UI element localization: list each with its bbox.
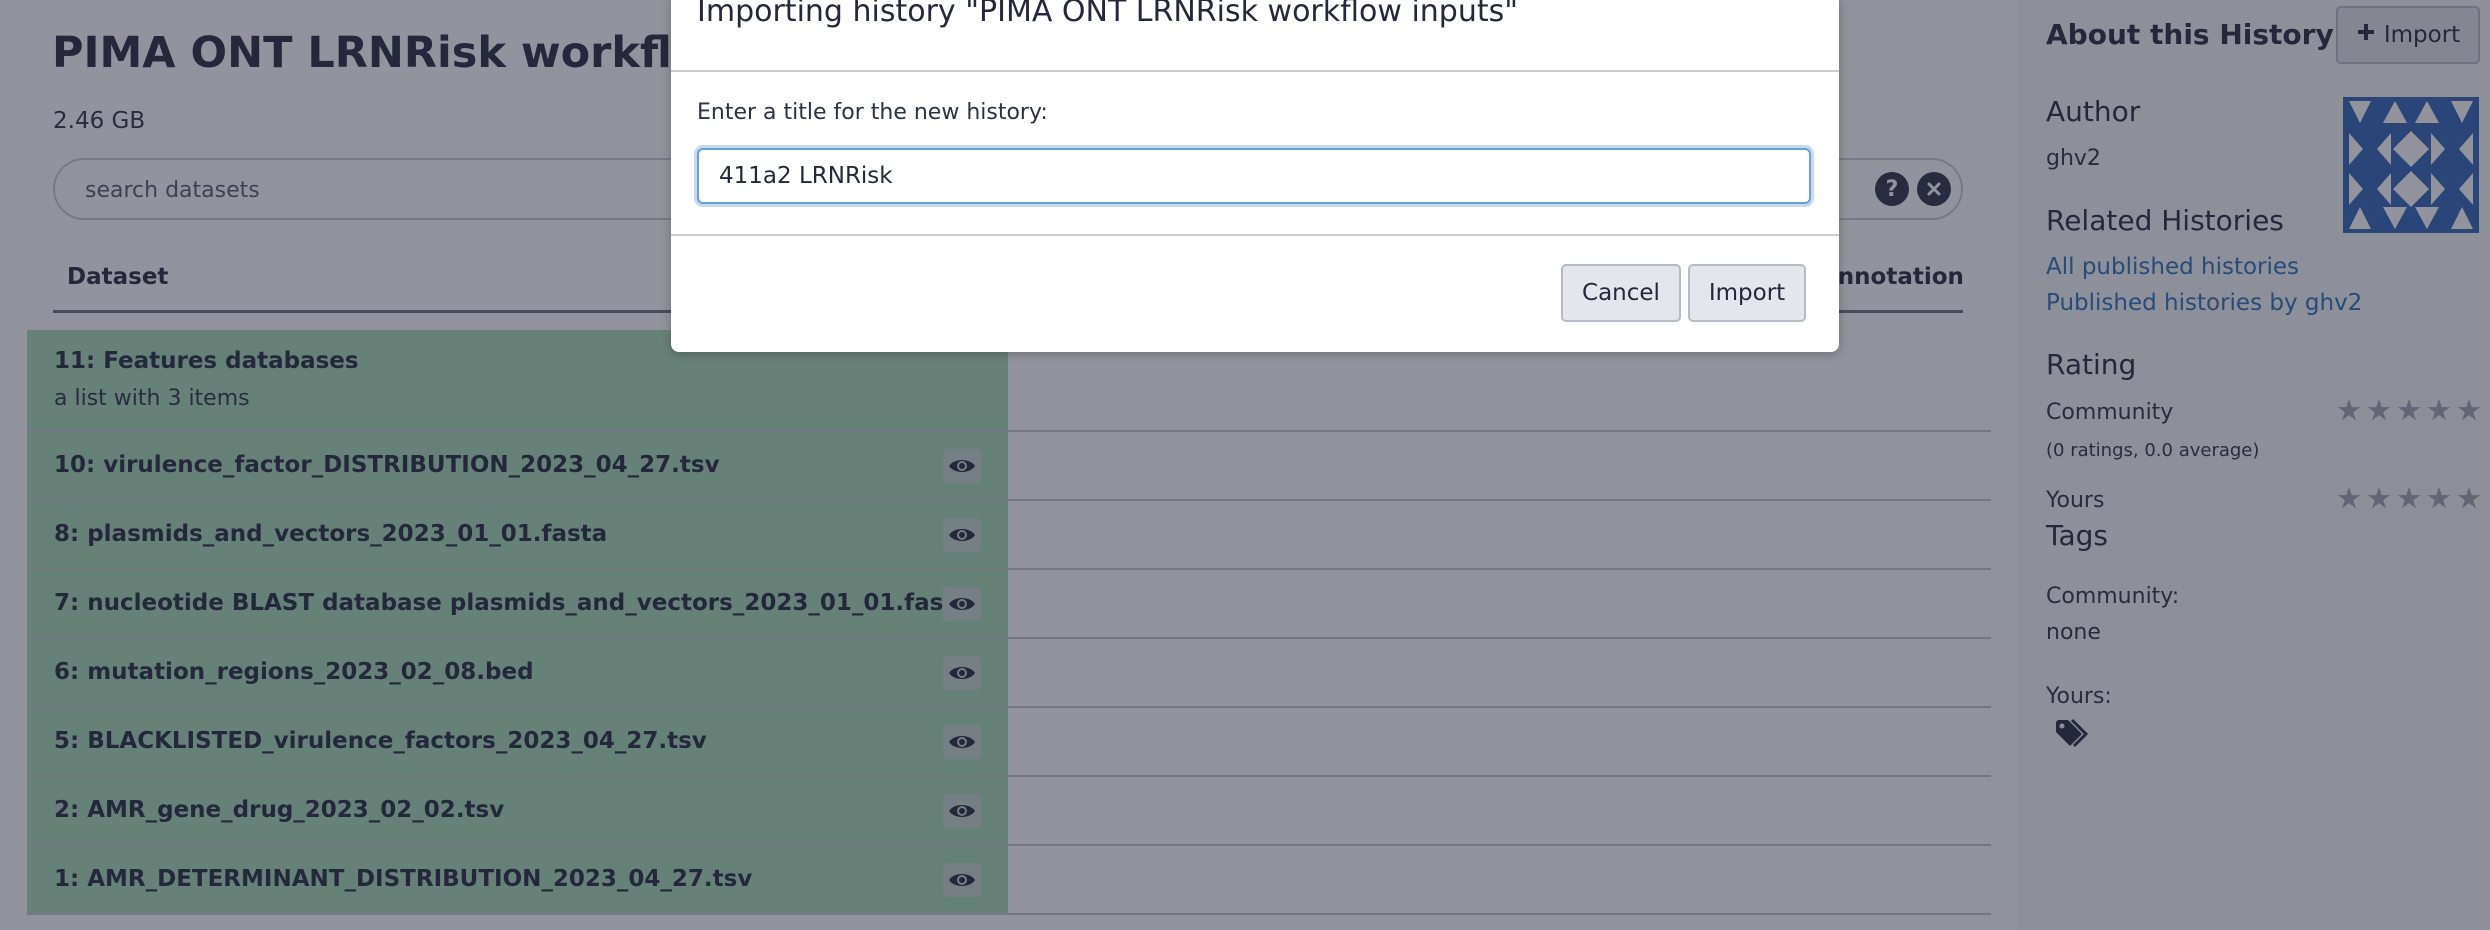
import-history-dialog: Importing history "PIMA ONT LRNRisk work… [671,0,1839,352]
dialog-header-divider [671,70,1839,72]
dialog-footer-divider [671,234,1839,236]
new-history-title-label: Enter a title for the new history: [697,100,1048,125]
page: PIMA ONT LRNRisk workflow inputs 2.46 GB… [0,0,2490,930]
dialog-title: Importing history "PIMA ONT LRNRisk work… [697,0,1519,29]
new-history-title-input[interactable] [697,148,1811,204]
import-confirm-button[interactable]: Import [1688,264,1806,322]
cancel-button[interactable]: Cancel [1561,264,1681,322]
